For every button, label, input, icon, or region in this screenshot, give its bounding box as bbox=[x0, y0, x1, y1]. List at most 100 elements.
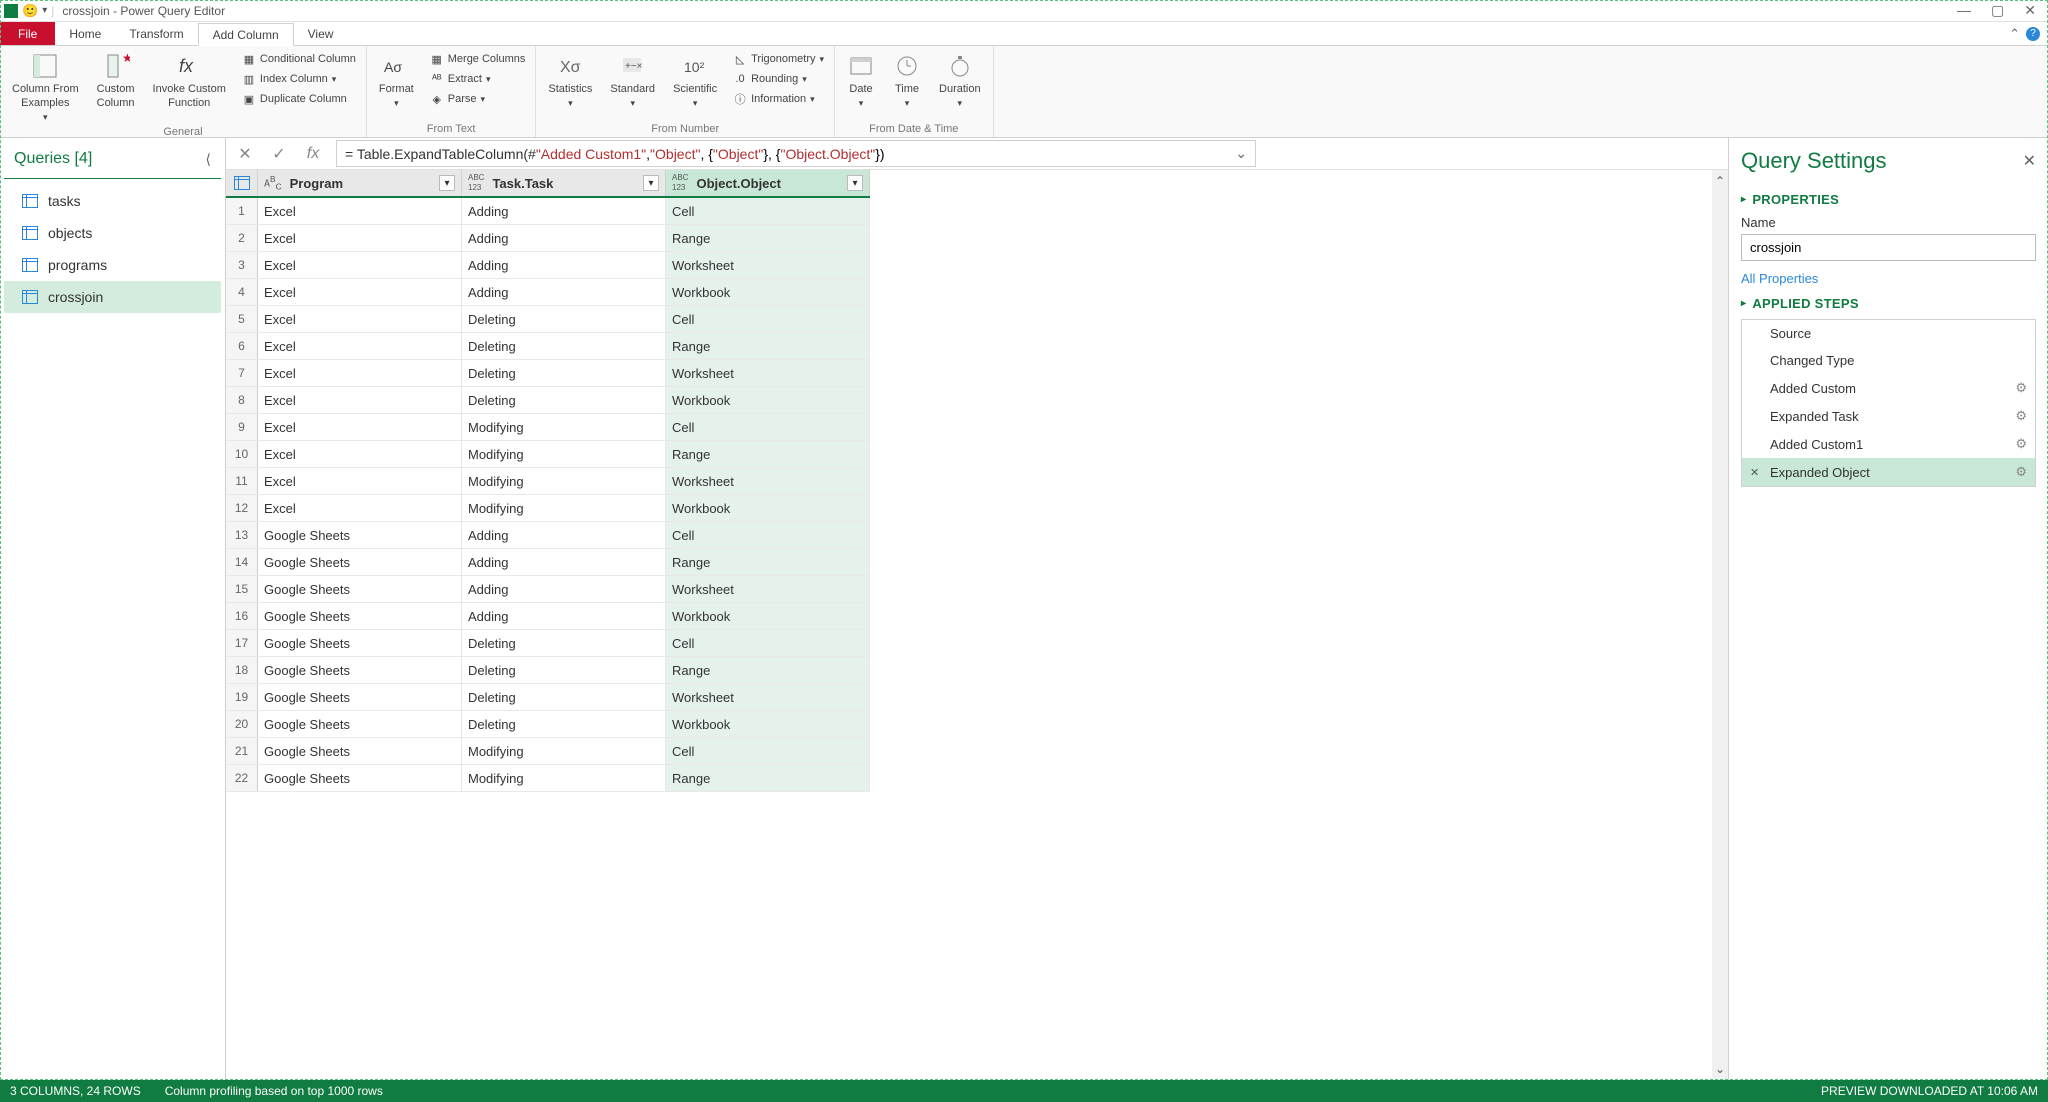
gear-icon[interactable]: ⚙ bbox=[2015, 464, 2027, 480]
index-column-button[interactable]: ▥Index Column▾ bbox=[238, 70, 360, 88]
cell[interactable]: Deleting bbox=[462, 657, 666, 683]
queries-header[interactable]: Queries [4] ⟨ bbox=[4, 146, 221, 179]
cell[interactable]: Range bbox=[666, 657, 870, 683]
applied-step-added-custom1[interactable]: Added Custom1⚙ bbox=[1742, 430, 2035, 458]
table-row[interactable]: 1ExcelAddingCell bbox=[226, 198, 870, 225]
row-header[interactable]: 2 bbox=[226, 225, 258, 251]
table-row[interactable]: 22Google SheetsModifyingRange bbox=[226, 765, 870, 792]
applied-step-expanded-object[interactable]: Expanded Object⚙ bbox=[1742, 458, 2035, 486]
close-settings-icon[interactable]: ✕ bbox=[2023, 151, 2036, 171]
cell[interactable]: Adding bbox=[462, 252, 666, 278]
table-row[interactable]: 14Google SheetsAddingRange bbox=[226, 549, 870, 576]
tab-file[interactable]: File bbox=[0, 22, 55, 45]
tab-add-column[interactable]: Add Column bbox=[198, 23, 294, 46]
table-row[interactable]: 19Google SheetsDeletingWorksheet bbox=[226, 684, 870, 711]
cell[interactable]: Modifying bbox=[462, 441, 666, 467]
tab-transform[interactable]: Transform bbox=[115, 22, 197, 45]
formula-dropdown-icon[interactable]: ⌄ bbox=[1235, 145, 1247, 162]
table-row[interactable]: 15Google SheetsAddingWorksheet bbox=[226, 576, 870, 603]
cell[interactable]: Google Sheets bbox=[258, 630, 462, 656]
cell[interactable]: Modifying bbox=[462, 738, 666, 764]
cell[interactable]: Range bbox=[666, 333, 870, 359]
cell[interactable]: Cell bbox=[666, 414, 870, 440]
filter-dropdown-icon[interactable]: ▾ bbox=[439, 175, 455, 191]
cell[interactable]: Deleting bbox=[462, 684, 666, 710]
custom-column-button[interactable]: ★ Custom Column bbox=[91, 50, 141, 126]
parse-button[interactable]: ◈Parse▾ bbox=[426, 90, 530, 108]
applied-step-changed-type[interactable]: Changed Type bbox=[1742, 347, 2035, 374]
cell[interactable]: Modifying bbox=[462, 468, 666, 494]
gear-icon[interactable]: ⚙ bbox=[2015, 380, 2027, 396]
type-icon[interactable]: ABC bbox=[264, 174, 282, 191]
conditional-column-button[interactable]: ▦Conditional Column bbox=[238, 50, 360, 68]
trigonometry-button[interactable]: ◺Trigonometry▾ bbox=[729, 50, 828, 68]
cell[interactable]: Workbook bbox=[666, 495, 870, 521]
table-row[interactable]: 17Google SheetsDeletingCell bbox=[226, 630, 870, 657]
invoke-custom-function-button[interactable]: fx Invoke Custom Function bbox=[147, 50, 232, 126]
cell[interactable]: Adding bbox=[462, 576, 666, 602]
cell[interactable]: Google Sheets bbox=[258, 765, 462, 791]
information-button[interactable]: ⓘInformation▾ bbox=[729, 90, 828, 108]
row-header[interactable]: 11 bbox=[226, 468, 258, 494]
tab-view[interactable]: View bbox=[294, 22, 348, 45]
close-window-icon[interactable]: ✕ bbox=[2024, 2, 2036, 19]
cell[interactable]: Adding bbox=[462, 549, 666, 575]
cell[interactable]: Deleting bbox=[462, 387, 666, 413]
cell[interactable]: Google Sheets bbox=[258, 576, 462, 602]
row-header[interactable]: 20 bbox=[226, 711, 258, 737]
merge-columns-button[interactable]: ▦Merge Columns bbox=[426, 50, 530, 68]
row-header[interactable]: 4 bbox=[226, 279, 258, 305]
table-row[interactable]: 7ExcelDeletingWorksheet bbox=[226, 360, 870, 387]
table-row[interactable]: 13Google SheetsAddingCell bbox=[226, 522, 870, 549]
accept-formula-icon[interactable]: ✓ bbox=[268, 143, 290, 165]
cell[interactable]: Excel bbox=[258, 252, 462, 278]
cell[interactable]: Workbook bbox=[666, 711, 870, 737]
cell[interactable]: Deleting bbox=[462, 711, 666, 737]
applied-steps-heading[interactable]: ▸APPLIED STEPS bbox=[1741, 296, 2036, 311]
standard-button[interactable]: +−× Standard▾ bbox=[604, 50, 661, 123]
table-row[interactable]: 5ExcelDeletingCell bbox=[226, 306, 870, 333]
format-button[interactable]: Aσ Format ▾ bbox=[373, 50, 420, 123]
column-header-task-task[interactable]: ABC123Task.Task▾ bbox=[462, 170, 666, 196]
cell[interactable]: Adding bbox=[462, 522, 666, 548]
table-row[interactable]: 21Google SheetsModifyingCell bbox=[226, 738, 870, 765]
cell[interactable]: Deleting bbox=[462, 306, 666, 332]
statistics-button[interactable]: Χσ Statistics▾ bbox=[542, 50, 598, 123]
row-header[interactable]: 10 bbox=[226, 441, 258, 467]
duration-button[interactable]: Duration▾ bbox=[933, 50, 987, 123]
qat-face-icon[interactable]: 🙂 bbox=[22, 3, 38, 19]
cell[interactable]: Cell bbox=[666, 522, 870, 548]
table-row[interactable]: 6ExcelDeletingRange bbox=[226, 333, 870, 360]
cell[interactable]: Range bbox=[666, 765, 870, 791]
cell[interactable]: Excel bbox=[258, 495, 462, 521]
cell[interactable]: Adding bbox=[462, 603, 666, 629]
cell[interactable]: Adding bbox=[462, 198, 666, 224]
row-header[interactable]: 21 bbox=[226, 738, 258, 764]
filter-dropdown-icon[interactable]: ▾ bbox=[847, 175, 863, 191]
row-header[interactable]: 7 bbox=[226, 360, 258, 386]
cell[interactable]: Google Sheets bbox=[258, 711, 462, 737]
cell[interactable]: Range bbox=[666, 549, 870, 575]
vertical-scrollbar[interactable]: ⌃ ⌄ bbox=[1712, 170, 1728, 1080]
row-header[interactable]: 22 bbox=[226, 765, 258, 791]
properties-heading[interactable]: ▸PROPERTIES bbox=[1741, 192, 2036, 207]
ribbon-collapse-icon[interactable]: ⌃ bbox=[2009, 26, 2020, 42]
minimize-icon[interactable]: — bbox=[1957, 2, 1971, 19]
row-header[interactable]: 16 bbox=[226, 603, 258, 629]
cell[interactable]: Excel bbox=[258, 198, 462, 224]
cell[interactable]: Excel bbox=[258, 225, 462, 251]
fx-icon[interactable]: fx bbox=[302, 143, 324, 165]
cell[interactable]: Google Sheets bbox=[258, 603, 462, 629]
row-header[interactable]: 14 bbox=[226, 549, 258, 575]
cell[interactable]: Google Sheets bbox=[258, 684, 462, 710]
row-header[interactable]: 18 bbox=[226, 657, 258, 683]
table-row[interactable]: 20Google SheetsDeletingWorkbook bbox=[226, 711, 870, 738]
time-button[interactable]: Time▾ bbox=[887, 50, 927, 123]
query-name-input[interactable] bbox=[1741, 234, 2036, 261]
tab-home[interactable]: Home bbox=[55, 22, 115, 45]
cell[interactable]: Worksheet bbox=[666, 468, 870, 494]
cell[interactable]: Google Sheets bbox=[258, 657, 462, 683]
cell[interactable]: Cell bbox=[666, 306, 870, 332]
type-icon[interactable]: ABC123 bbox=[672, 173, 688, 193]
cell[interactable]: Workbook bbox=[666, 387, 870, 413]
